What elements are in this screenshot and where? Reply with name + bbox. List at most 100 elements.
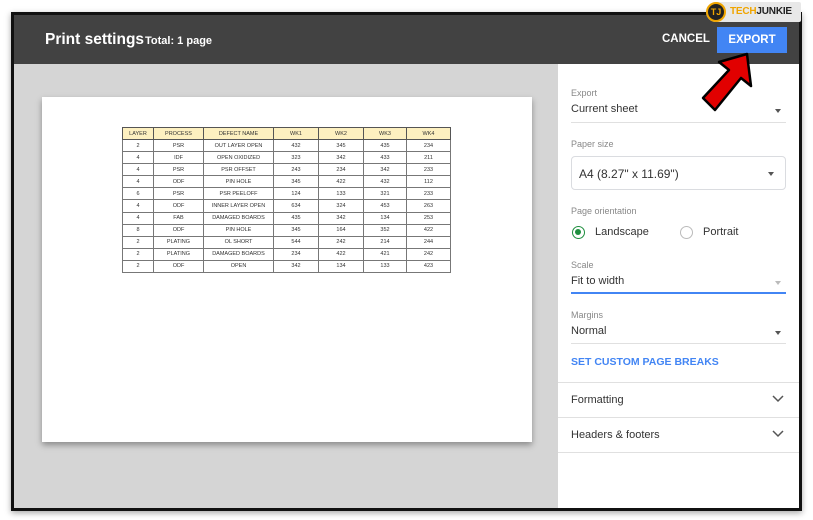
print-settings-window: Print settings Total: 1 page CANCEL EXPO…: [11, 12, 802, 511]
margins-value: Normal: [571, 325, 607, 337]
divider: [571, 122, 786, 123]
table-cell: OUT LAYER OPEN: [203, 138, 274, 153]
table-header-row: LAYER PROCESS DEFECT NAME WK1 WK2 WK3 WK4: [122, 127, 451, 140]
table-cell: PSR: [153, 187, 204, 201]
table-cell: 2: [122, 138, 154, 153]
watermark-junkie: JUNKIE: [756, 6, 792, 17]
scale-dropdown[interactable]: Fit to width: [558, 272, 799, 294]
table-cell: 634: [273, 199, 319, 213]
scale-label: Scale: [571, 260, 594, 270]
table-cell: OL SHORT: [203, 235, 274, 249]
print-preview-area: LAYER PROCESS DEFECT NAME WK1 WK2 WK3 WK4 2 PSR…: [14, 64, 558, 508]
portrait-label[interactable]: Portrait: [703, 226, 738, 238]
margins-label: Margins: [571, 310, 604, 320]
scale-focus-underline: [571, 292, 786, 294]
table-cell: 421: [363, 247, 407, 261]
export-label: Export: [571, 88, 598, 98]
paper-size-value: A4 (8.27" x 11.69"): [579, 167, 679, 181]
table-cell: 164: [318, 223, 364, 237]
table-cell: 435: [273, 211, 319, 225]
techjunkie-logo-icon: TJ: [706, 2, 726, 22]
table-cell: 435: [363, 138, 407, 153]
divider: [558, 452, 799, 487]
orientation-label: Page orientation: [571, 206, 637, 216]
divider: [571, 343, 786, 344]
table-cell: ODF: [153, 199, 204, 213]
table-cell: DAMAGED BOARDS: [203, 247, 274, 261]
column-header: WK4: [406, 127, 451, 140]
table-cell: 422: [406, 223, 451, 237]
table-cell: FAB: [153, 211, 204, 225]
table-cell: 342: [273, 259, 319, 274]
dropdown-arrow-icon: [775, 331, 781, 335]
table-cell: 211: [406, 151, 451, 165]
table-cell: 2: [122, 259, 154, 274]
column-header: WK2: [318, 127, 364, 140]
table-cell: INNER LAYER OPEN: [203, 199, 274, 213]
table-cell: PLATING: [153, 235, 204, 249]
table-cell: 244: [406, 235, 451, 249]
table-cell: 2: [122, 235, 154, 249]
table-cell: PLATING: [153, 247, 204, 261]
column-header: PROCESS: [153, 127, 204, 140]
table-cell: 324: [318, 199, 364, 213]
table-row: 4 PSR PSR OFFSET 243 234 342 233: [122, 163, 451, 177]
table-cell: 342: [363, 163, 407, 177]
table-cell: 234: [318, 163, 364, 177]
table-row: 4 FAB DAMAGED BOARDS 435 342 134 253: [122, 211, 451, 225]
chevron-down-icon: [772, 395, 784, 403]
table-cell: 234: [406, 138, 451, 153]
column-header: DEFECT NAME: [203, 127, 274, 140]
table-cell: 4: [122, 199, 154, 213]
formatting-label: Formatting: [571, 394, 624, 406]
landscape-radio[interactable]: [572, 226, 585, 239]
table-cell: 133: [363, 259, 407, 274]
portrait-radio[interactable]: [680, 226, 693, 239]
table-cell: 4: [122, 175, 154, 189]
dropdown-arrow-icon: [775, 109, 781, 113]
spreadsheet-table: LAYER PROCESS DEFECT NAME WK1 WK2 WK3 WK4 2 PSR…: [122, 127, 451, 274]
table-cell: ODF: [153, 259, 204, 274]
table-cell: 342: [318, 211, 364, 225]
cancel-button[interactable]: CANCEL: [654, 27, 718, 53]
table-cell: 345: [273, 175, 319, 189]
table-cell: 352: [363, 223, 407, 237]
paper-size-dropdown[interactable]: A4 (8.27" x 11.69"): [571, 156, 786, 190]
table-cell: 423: [406, 259, 451, 274]
table-cell: 233: [406, 187, 451, 201]
table-cell: 422: [318, 247, 364, 261]
table-row: 2 PLATING OL SHORT 544 242 214 244: [122, 235, 451, 249]
headers-footers-section[interactable]: Headers & footers: [558, 417, 799, 452]
set-custom-page-breaks-link[interactable]: SET CUSTOM PAGE BREAKS: [571, 356, 719, 368]
table-cell: PSR: [153, 163, 204, 177]
red-arrow-annotation-icon: [701, 52, 753, 112]
table-cell: OPEN OXIDIZED: [203, 151, 274, 165]
table-cell: 432: [273, 138, 319, 153]
table-cell: 8: [122, 223, 154, 237]
table-row: 2 ODF OPEN 342 134 133 423: [122, 259, 451, 274]
page-title: Print settings: [45, 31, 145, 48]
settings-panel: Export Current sheet Paper size A4 (8.27…: [558, 64, 799, 508]
table-cell: 433: [363, 151, 407, 165]
table-cell: 124: [273, 187, 319, 201]
table-row: 4 ODF INNER LAYER OPEN 634 324 453 263: [122, 199, 451, 213]
table-cell: 112: [406, 175, 451, 189]
preview-page: LAYER PROCESS DEFECT NAME WK1 WK2 WK3 WK4 2 PSR…: [42, 97, 532, 442]
table-cell: 134: [363, 211, 407, 225]
table-cell: 453: [363, 199, 407, 213]
table-cell: 133: [318, 187, 364, 201]
table-cell: PSR OFFSET: [203, 163, 274, 177]
table-cell: 214: [363, 235, 407, 249]
table-cell: 234: [273, 247, 319, 261]
table-row: 4 ODF PIN HOLE 345 422 432 112: [122, 175, 451, 189]
export-value: Current sheet: [571, 103, 638, 115]
formatting-section[interactable]: Formatting: [558, 382, 799, 417]
table-cell: 242: [318, 235, 364, 249]
landscape-label[interactable]: Landscape: [595, 226, 649, 238]
table-cell: ODF: [153, 223, 204, 237]
table-cell: 2: [122, 247, 154, 261]
table-cell: 263: [406, 199, 451, 213]
export-button[interactable]: EXPORT: [717, 27, 787, 53]
margins-dropdown[interactable]: Normal: [558, 322, 799, 344]
export-dropdown[interactable]: Current sheet: [558, 100, 799, 122]
